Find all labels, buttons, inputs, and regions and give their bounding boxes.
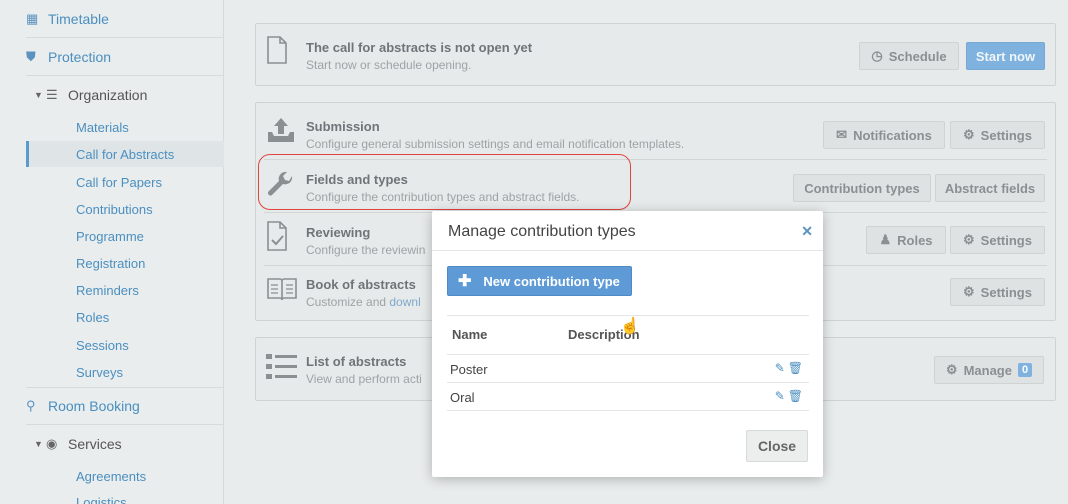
schedule-button[interactable]: ◷ Schedule — [859, 42, 959, 70]
table-row-actions: ✎ 🗑 — [775, 389, 803, 403]
dialog-title: Manage contribution types — [448, 223, 636, 240]
sidebar-item-call-for-abstracts[interactable]: Call for Abstracts — [26, 141, 224, 167]
divider — [447, 410, 809, 411]
book-subtitle-text: Customize and — [306, 295, 390, 309]
divider — [447, 382, 809, 383]
caret-down-icon: ▼ — [34, 439, 43, 449]
map-pin-icon: ⚲ — [26, 398, 36, 413]
sidebar-item-timetable[interactable]: ▦ Timetable — [26, 0, 224, 38]
sidebar-group-label: Services — [68, 436, 122, 452]
reviewing-title: Reviewing — [306, 225, 371, 240]
sidebar-item-sessions[interactable]: Sessions — [26, 332, 224, 358]
calendar-icon: ▦ — [26, 10, 39, 26]
start-now-button[interactable]: Start now — [966, 42, 1045, 70]
book-icon — [266, 276, 298, 307]
sidebar-group-organization[interactable]: ▼ ☰ Organization — [0, 76, 224, 114]
manage-button[interactable]: ⚙ Manage 0 — [934, 356, 1044, 384]
roles-button[interactable]: ♟ Roles — [866, 226, 946, 254]
call-status-panel: The call for abstracts is not open yet S… — [255, 23, 1056, 86]
divider — [447, 354, 809, 355]
book-title: Book of abstracts — [306, 277, 416, 292]
gear-icon: ⚙ — [963, 127, 975, 142]
contribution-types-button[interactable]: Contribution types — [793, 174, 931, 202]
list-title: List of abstracts — [306, 354, 407, 369]
sidebar-item-label: Protection — [48, 48, 112, 65]
sidebar-item-roles[interactable]: Roles — [26, 304, 224, 330]
sidebar-item-programme[interactable]: Programme — [26, 223, 224, 249]
manage-contribution-types-dialog: Manage contribution types ✕ ✚ New contri… — [432, 211, 823, 477]
book-subtitle: Customize and downl — [306, 295, 421, 309]
trash-icon[interactable]: 🗑 — [788, 361, 803, 375]
close-icon[interactable]: ✕ — [801, 223, 813, 240]
sidebar: ▦ Timetable ⛊ Protection ▼ ☰ Organizatio… — [0, 0, 224, 504]
gear-icon: ⚙ — [963, 232, 975, 247]
manage-button-label: Manage — [963, 362, 1012, 378]
sidebar-item-label: Timetable — [48, 10, 109, 27]
new-contribution-type-button[interactable]: ✚ New contribution type — [447, 266, 632, 296]
sidebar-group-services[interactable]: ▼ ◉ Services — [0, 425, 224, 463]
sidebar-item-protection[interactable]: ⛊ Protection — [26, 38, 224, 76]
submission-subtitle: Configure general submission settings an… — [306, 137, 685, 151]
sidebar-group-label: Organization — [68, 87, 148, 103]
call-status-subtitle: Start now or schedule opening. — [306, 58, 472, 72]
sidebar-item-logistics[interactable]: Logistics — [26, 489, 224, 504]
list-subtitle: View and perform acti — [306, 372, 422, 386]
sidebar-item-call-for-papers[interactable]: Call for Papers — [26, 169, 224, 195]
pencil-icon[interactable]: ✎ — [775, 361, 785, 375]
list-icon — [266, 352, 298, 387]
submission-title: Submission — [306, 119, 380, 134]
notifications-button-label: Notifications — [853, 127, 932, 143]
settings-button-label: Settings — [980, 284, 1032, 300]
hand-cursor-icon: ☝ — [620, 318, 640, 335]
book-settings-button[interactable]: ⚙ Settings — [950, 278, 1045, 306]
notifications-button[interactable]: ✉ Notifications — [823, 121, 945, 149]
call-status-title: The call for abstracts is not open yet — [306, 40, 533, 55]
table-row-name: Oral — [450, 390, 475, 405]
table-row-actions: ✎ 🗑 — [775, 361, 803, 375]
abstract-fields-button[interactable]: Abstract fields — [935, 174, 1045, 202]
clock-icon: ◷ — [871, 48, 883, 63]
shield-icon: ⛊ — [26, 48, 36, 64]
broadcast-icon: ◉ — [46, 436, 58, 451]
divider — [432, 250, 823, 251]
sidebar-item-reminders[interactable]: Reminders — [26, 277, 224, 303]
gear-icon: ⚙ — [963, 284, 975, 299]
sidebar-item-room-booking[interactable]: ⚲ Room Booking — [26, 387, 224, 425]
plus-icon: ✚ — [458, 273, 472, 290]
sidebar-item-label: Room Booking — [48, 398, 140, 414]
highlight-annotation — [258, 154, 631, 210]
download-link[interactable]: downl — [389, 295, 420, 309]
manage-count-badge: 0 — [1017, 363, 1033, 377]
caret-down-icon: ▼ — [34, 90, 43, 100]
sidebar-item-materials[interactable]: Materials — [26, 114, 224, 140]
sidebar-item-surveys[interactable]: Surveys — [26, 359, 224, 385]
upload-tray-icon — [266, 116, 296, 149]
close-button[interactable]: Close — [746, 430, 808, 462]
reviewing-subtitle: Configure the reviewin — [306, 243, 426, 257]
pencil-icon[interactable]: ✎ — [775, 389, 785, 403]
schedule-button-label: Schedule — [888, 48, 947, 64]
users-icon: ♟ — [879, 232, 892, 247]
document-icon — [266, 36, 288, 69]
document-check-icon — [266, 221, 288, 256]
settings-button-label: Settings — [980, 232, 1032, 248]
list-icon: ☰ — [46, 87, 58, 102]
sidebar-item-agreements[interactable]: Agreements — [26, 463, 224, 489]
roles-button-label: Roles — [897, 232, 933, 248]
new-contribution-type-label: New contribution type — [483, 273, 620, 289]
submission-settings-button[interactable]: ⚙ Settings — [950, 121, 1045, 149]
envelope-icon: ✉ — [836, 127, 848, 142]
sidebar-item-registration[interactable]: Registration — [26, 250, 224, 276]
sidebar-item-contributions[interactable]: Contributions — [26, 196, 224, 222]
trash-icon[interactable]: 🗑 — [788, 389, 803, 403]
gear-icon: ⚙ — [945, 362, 958, 377]
table-row-name: Poster — [450, 362, 488, 377]
settings-button-label: Settings — [980, 127, 1032, 143]
reviewing-settings-button[interactable]: ⚙ Settings — [950, 226, 1045, 254]
column-header-name: Name — [452, 327, 488, 342]
